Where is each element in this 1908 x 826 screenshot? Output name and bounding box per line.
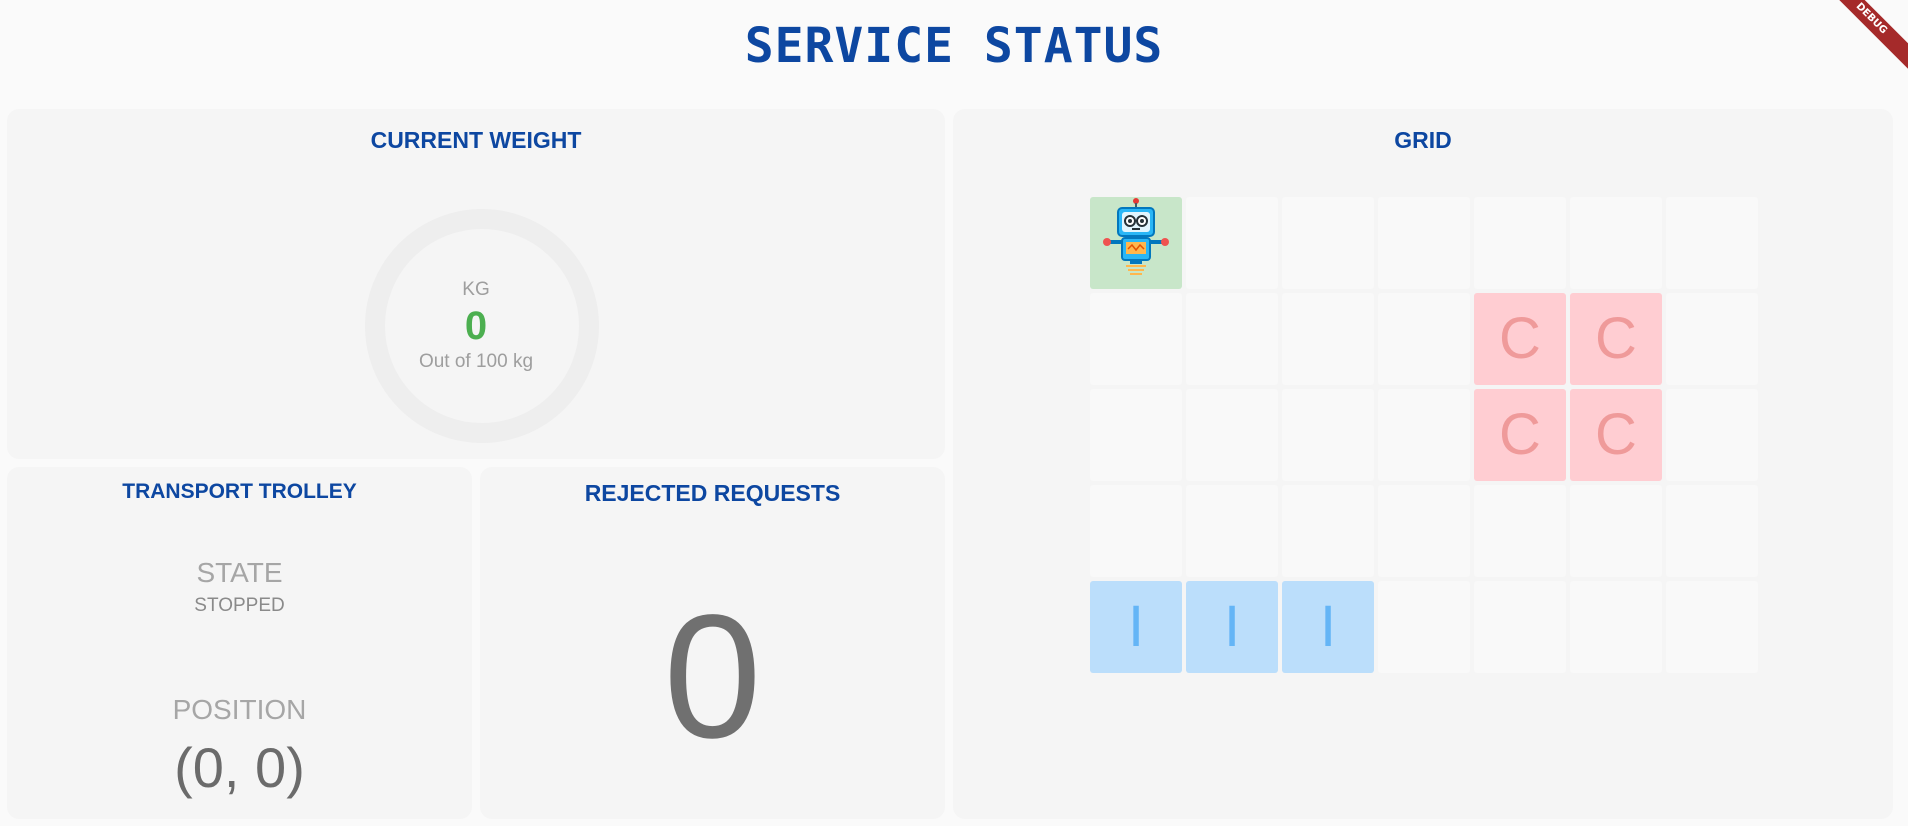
- grid-cell-container: C: [1474, 389, 1566, 481]
- grid-cell-container: C: [1474, 293, 1566, 385]
- grid-cell-empty: [1282, 485, 1374, 577]
- weight-value: 0: [464, 304, 488, 348]
- grid-cell-empty: [1666, 197, 1758, 289]
- grid-cell-label: I: [1127, 594, 1145, 659]
- robot-icon: [1096, 194, 1176, 292]
- grid-cell-empty: [1378, 485, 1470, 577]
- grid-cell-item: I: [1186, 581, 1278, 673]
- trolley-position-label: POSITION: [172, 694, 307, 725]
- grid-cell-empty: [1378, 197, 1470, 289]
- grid-cell-empty: [1186, 485, 1278, 577]
- rejected-requests-count: 0: [663, 579, 762, 775]
- grid-cell-empty: [1090, 485, 1182, 577]
- grid-cell-empty: [1090, 389, 1182, 481]
- grid-cell-empty: [1474, 581, 1566, 673]
- grid-cell-label: C: [1499, 402, 1541, 467]
- grid-cell-empty: [1090, 293, 1182, 385]
- grid-cell-empty: [1666, 485, 1758, 577]
- grid-cell-label: C: [1499, 306, 1541, 371]
- page-title: SERVICE STATUS: [744, 18, 1164, 74]
- grid-card: GRID CCCC I I I: [953, 109, 1893, 819]
- grid-cell-label: I: [1319, 594, 1337, 659]
- weight-capacity-caption: Out of 100 kg: [418, 351, 534, 372]
- grid-cell-empty: [1570, 581, 1662, 673]
- grid-cell-label: C: [1595, 306, 1637, 371]
- grid-cell-label: I: [1223, 594, 1241, 659]
- grid-cell-empty: [1378, 581, 1470, 673]
- transport-trolley-card: TRANSPORT TROLLEY STATE STOPPED POSITION…: [7, 467, 472, 819]
- grid-cell-empty: [1378, 293, 1470, 385]
- grid-cell-empty: [1282, 389, 1374, 481]
- grid-cell-empty: [1666, 389, 1758, 481]
- grid-cell-empty: [1282, 293, 1374, 385]
- grid-cell-empty: [1474, 485, 1566, 577]
- grid-cell-container: C: [1570, 389, 1662, 481]
- grid-cell-container: C: [1570, 293, 1662, 385]
- grid-cell-robot: [1090, 197, 1182, 289]
- grid-cell-empty: [1378, 389, 1470, 481]
- warehouse-grid: CCCC I I I: [1090, 197, 1758, 673]
- trolley-state-label: STATE: [196, 557, 283, 588]
- trolley-position-value: (0, 0): [174, 736, 305, 799]
- grid-cell-empty: [1666, 581, 1758, 673]
- grid-cell-empty: [1186, 389, 1278, 481]
- grid-cell-item: I: [1282, 581, 1374, 673]
- current-weight-card: CURRENT WEIGHT KG 0 Out of 100 kg: [7, 109, 945, 459]
- grid-cell-item: I: [1090, 581, 1182, 673]
- rejected-requests-card: REJECTED REQUESTS 0: [480, 467, 945, 819]
- rejected-requests-title: REJECTED REQUESTS: [584, 480, 841, 506]
- current-weight-title: CURRENT WEIGHT: [370, 127, 582, 153]
- grid-cell-label: C: [1595, 402, 1637, 467]
- service-status-page: SERVICE STATUS DEBUG CURRENT WEIGHT KG 0…: [0, 0, 1908, 826]
- grid-cell-empty: [1282, 197, 1374, 289]
- grid-cell-empty: [1474, 197, 1566, 289]
- grid-cell-empty: [1570, 197, 1662, 289]
- grid-cell-empty: [1186, 197, 1278, 289]
- trolley-state-value: STOPPED: [194, 595, 285, 616]
- grid-cell-empty: [1186, 293, 1278, 385]
- grid-title: GRID: [1394, 127, 1452, 153]
- transport-trolley-title: TRANSPORT TROLLEY: [122, 480, 357, 503]
- grid-cell-empty: [1666, 293, 1758, 385]
- weight-unit-label: KG: [462, 279, 490, 300]
- grid-cell-empty: [1570, 485, 1662, 577]
